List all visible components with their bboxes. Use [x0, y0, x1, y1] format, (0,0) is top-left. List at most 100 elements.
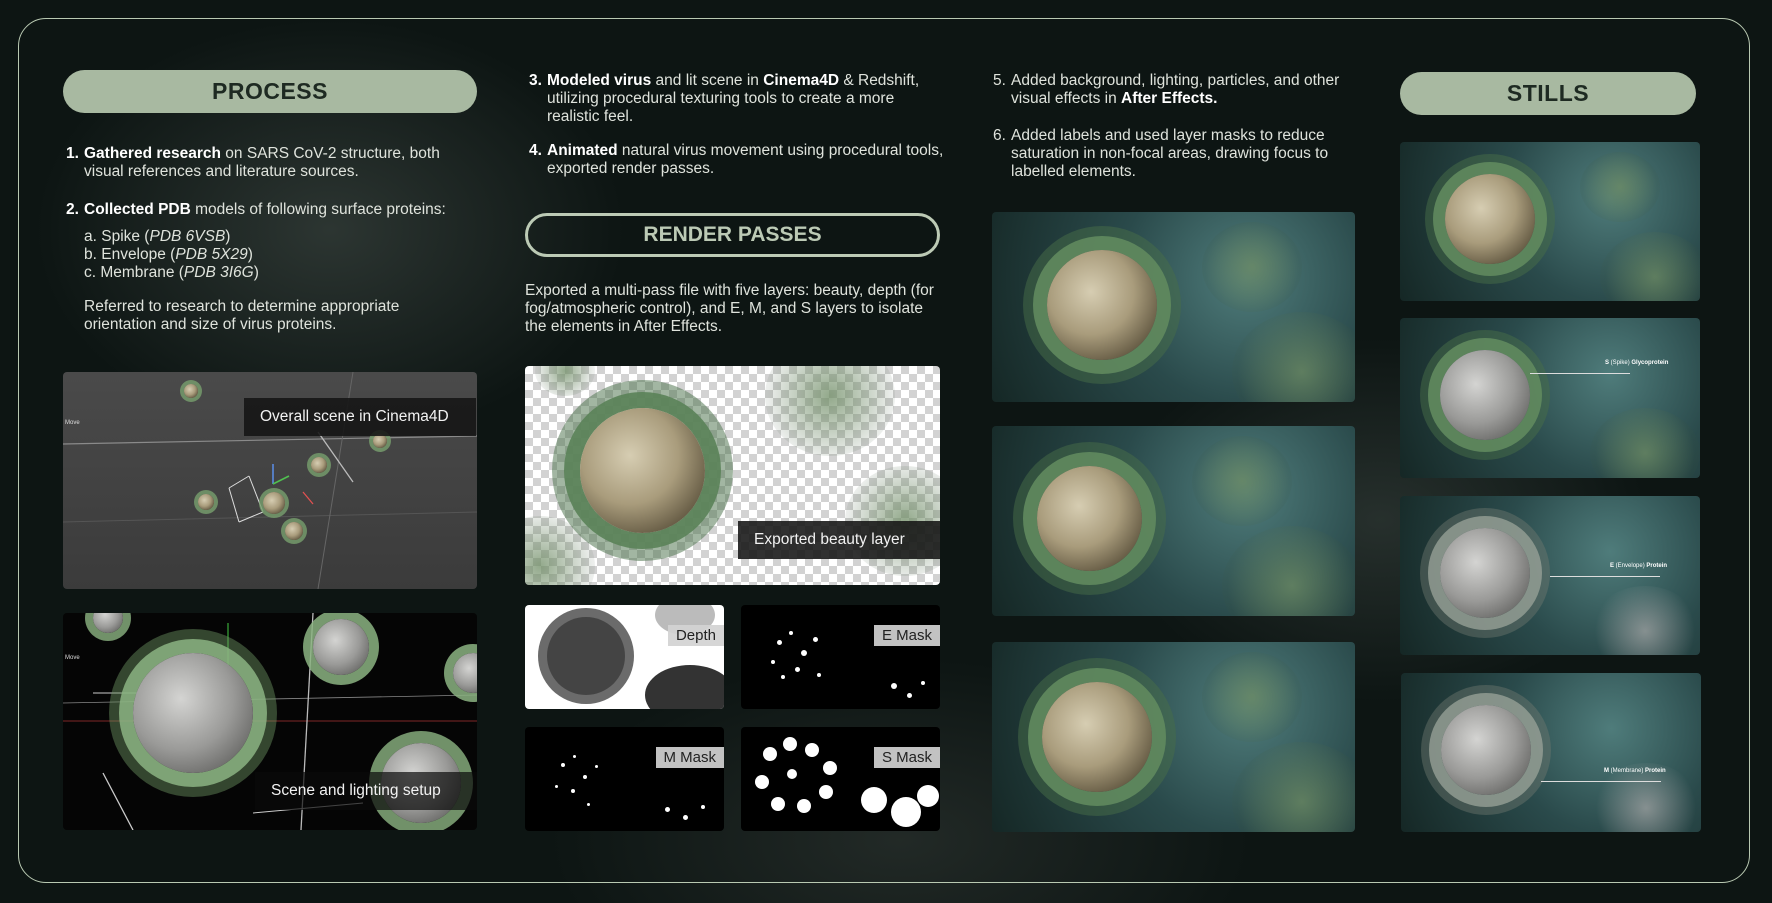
- protein-item: b. Envelope (PDB 5X29): [84, 246, 253, 263]
- depth-pass-image: Depth: [525, 605, 724, 709]
- protein-item: a. Spike (PDB 6VSB): [84, 228, 231, 245]
- mask-blob: [891, 797, 921, 827]
- mask-blob: [805, 743, 819, 757]
- step-5-bold: After Effects.: [1121, 90, 1218, 107]
- step-3-text: Modeled virus and lit scene in Cinema4D …: [547, 72, 920, 125]
- still-label-envelope: E (Envelope) Protein: [1610, 563, 1668, 569]
- mask-dot: [801, 650, 807, 656]
- protein-list: a. Spike (PDB 6VSB) b. Envelope (PDB 5X2…: [84, 228, 384, 282]
- lighting-virus-secondary: [313, 619, 369, 675]
- mask-dot: [571, 789, 575, 793]
- composite-render-2: [992, 426, 1355, 616]
- still-virus-main: [1440, 528, 1530, 618]
- render-virus-blur: [1192, 436, 1292, 526]
- mask-blob: [823, 761, 837, 775]
- mask-blob: [797, 799, 811, 813]
- still-virus-main: [1445, 174, 1535, 264]
- still-image-1: [1400, 142, 1700, 301]
- render-virus-main: [1047, 250, 1157, 360]
- step-1-bold: Gathered research: [84, 145, 221, 162]
- move-tool-label: Move: [65, 420, 80, 426]
- step-5-text: Added background, lighting, particles, a…: [1011, 72, 1340, 107]
- beauty-virus-blur: [535, 366, 595, 396]
- still-label-spike: S (Spike) Glycoprotein: [1605, 360, 1669, 366]
- depth-label: Depth: [667, 625, 724, 646]
- composite-render-1: [992, 212, 1355, 402]
- render-virus-blur: [1202, 222, 1302, 312]
- step-6-text: Added labels and used layer masks to red…: [1011, 127, 1329, 180]
- step-4-number: 4.: [529, 142, 542, 159]
- render-virus-main: [1042, 682, 1152, 792]
- mask-dot: [595, 765, 598, 768]
- mask-dot: [561, 763, 565, 767]
- composite-render-3: [992, 642, 1355, 832]
- render-virus-blur: [1222, 526, 1355, 616]
- lighting-virus-main: [133, 653, 253, 773]
- mask-dot: [701, 805, 705, 809]
- mask-dot: [573, 755, 576, 758]
- still-virus-blur: [1590, 408, 1700, 478]
- step-5-number: 5.: [993, 72, 1006, 89]
- render-passes-description: Exported a multi-pass file with five lay…: [525, 282, 934, 335]
- caption-beauty-layer: Exported beauty layer: [738, 521, 940, 559]
- e-mask-image: E Mask: [741, 605, 940, 709]
- still-image-4: M (Membrane) Protein: [1401, 673, 1701, 832]
- mask-dot: [781, 675, 785, 679]
- step-3-number: 3.: [529, 72, 542, 89]
- stills-heading: STILLS: [1400, 72, 1696, 115]
- caption-overall-scene: Overall scene in Cinema4D: [244, 398, 476, 436]
- m-mask-image: M Mask: [525, 727, 724, 831]
- mask-dot: [555, 785, 558, 788]
- render-virus-main: [1037, 466, 1142, 571]
- still-virus-blur: [1600, 232, 1700, 301]
- step-1-number: 1.: [66, 145, 79, 162]
- still-label-line: [1541, 781, 1661, 782]
- caption-lighting-setup: Scene and lighting setup: [255, 772, 477, 810]
- step-2-text: Collected PDB models of following surfac…: [84, 201, 484, 219]
- still-virus-blur: [1580, 152, 1660, 222]
- mask-dot: [777, 640, 782, 645]
- still-virus-blur: [1590, 586, 1700, 655]
- beauty-virus-blur: [765, 366, 895, 456]
- step-2-rest: models of following surface proteins:: [190, 201, 446, 218]
- viewport-virus-small: [198, 494, 214, 510]
- step-4-text: Animated natural virus movement using pr…: [547, 142, 944, 177]
- beauty-virus-blur: [525, 516, 595, 585]
- still-image-2: S (Spike) Glycoprotein: [1400, 318, 1700, 478]
- still-virus-main: [1441, 705, 1531, 795]
- viewport-virus-main: [263, 492, 285, 514]
- mask-blob: [861, 787, 887, 813]
- e-mask-label: E Mask: [873, 625, 940, 646]
- step-1-text: Gathered research on SARS CoV-2 structur…: [84, 145, 469, 181]
- mask-dot: [587, 803, 590, 806]
- s-mask-label: S Mask: [873, 747, 940, 768]
- step-3-bold: Modeled virus: [547, 72, 652, 89]
- mask-dot: [795, 667, 800, 672]
- protein-item: c. Membrane (PDB 3I6G): [84, 264, 259, 281]
- mask-dot: [921, 681, 925, 685]
- still-label-line: [1550, 576, 1660, 577]
- process-note: Referred to research to determine approp…: [84, 298, 400, 333]
- move-tool-label: Move: [65, 655, 80, 661]
- mask-dot: [683, 815, 688, 820]
- viewport-virus-small: [311, 457, 327, 473]
- mask-dot: [891, 683, 897, 689]
- step-2-bold: Collected PDB: [84, 201, 191, 218]
- viewport-virus-small: [373, 434, 387, 448]
- render-virus-blur: [1202, 652, 1302, 742]
- mask-dot: [665, 807, 670, 812]
- mask-dot: [907, 693, 912, 698]
- mask-dot: [771, 660, 775, 664]
- step-4-bold: Animated: [547, 142, 618, 159]
- step-2-number: 2.: [66, 201, 79, 218]
- mask-blob: [783, 737, 797, 751]
- mask-blob: [819, 785, 833, 799]
- step-3-bold-software: Cinema4D: [763, 72, 840, 89]
- mask-blob: [787, 769, 797, 779]
- depth-virus-silhouette: [547, 617, 625, 695]
- render-passes-heading: RENDER PASSES: [525, 213, 940, 257]
- mask-blob: [755, 775, 769, 789]
- mask-dot: [817, 673, 821, 677]
- mask-blob: [771, 797, 785, 811]
- mask-blob: [917, 785, 939, 807]
